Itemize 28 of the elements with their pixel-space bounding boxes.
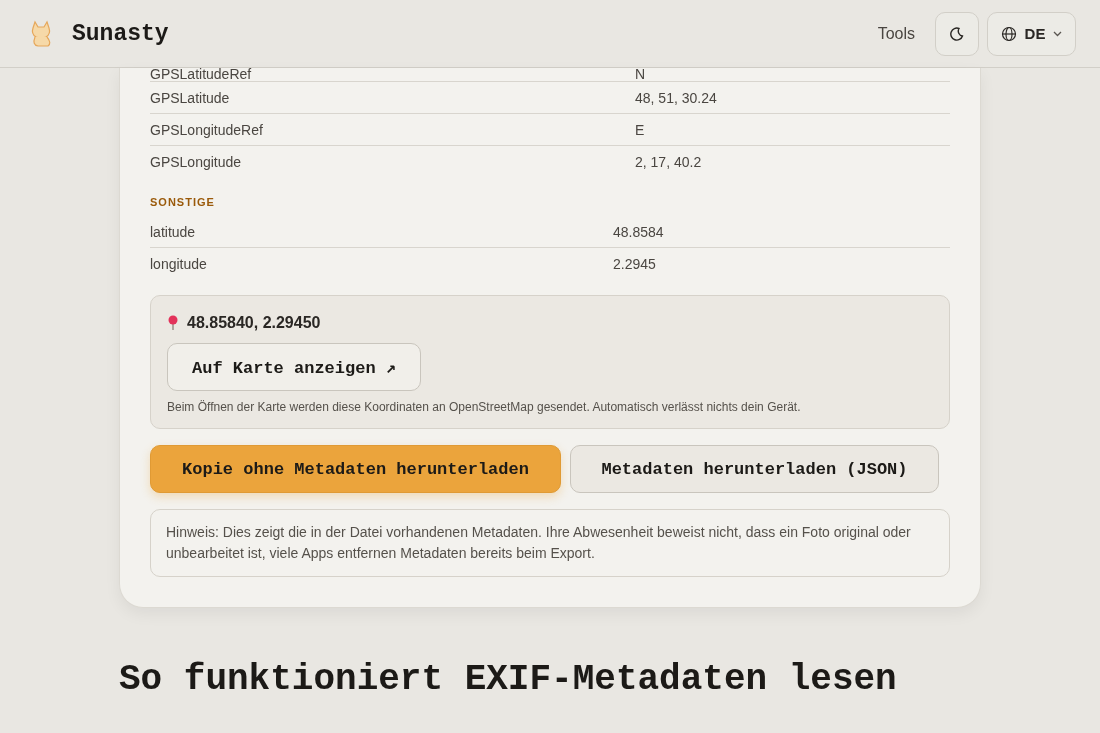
- field-name: GPSLatitudeRef: [150, 68, 253, 81]
- globe-icon: [1000, 25, 1017, 42]
- brand-name: Sunasty: [72, 20, 169, 47]
- field-value: 2.2945: [613, 255, 657, 272]
- field-name: latitude: [150, 223, 197, 240]
- field-name: GPSLongitude: [150, 153, 243, 170]
- field-value: 48, 51, 30.24: [635, 89, 718, 106]
- coordinates-text: 48.85840, 2.29450: [187, 314, 321, 332]
- privacy-note: Beim Öffnen der Karte werden diese Koordinaten an OpenStreetMap gesendet. Automatisch verlässt nichts dein Gerät.: [167, 400, 802, 414]
- field-name: longitude: [150, 255, 208, 272]
- field-value: E: [635, 121, 646, 138]
- field-value: 48.8584: [613, 223, 665, 240]
- field-name: GPSLongitudeRef: [150, 121, 264, 138]
- section-title: SONSTIGE: [150, 196, 216, 208]
- pin-icon: [167, 315, 179, 331]
- section-heading: So funktioniert EXIF-Metadaten lesen: [119, 659, 898, 700]
- theme-toggle-button[interactable]: [935, 11, 979, 56]
- show-on-map-button[interactable]: Auf Karte anzeigen ↗: [167, 343, 422, 391]
- language-select[interactable]: DE: [987, 11, 1076, 56]
- hint-text: Hinweis: Dies zeigt die in der Datei vorhandenen Metadaten. Ihre Abwesenheit beweist nicht, dass ein Foto original oder unbearbeitet ist, viele Apps entfernen Metadaten bereits beim Export.: [150, 509, 950, 577]
- download-clean-copy-button[interactable]: Kopie ohne Metadaten herunterladen: [150, 445, 561, 493]
- field-value: N: [635, 68, 647, 81]
- nav-link[interactable]: Tools: [877, 24, 915, 43]
- download-json-button[interactable]: Metadaten herunterladen (JSON): [570, 445, 939, 493]
- field-name: GPSLatitude: [150, 89, 231, 106]
- chevron-down-icon: [1053, 30, 1063, 37]
- moon-icon: [950, 26, 964, 41]
- field-value: 2, 17, 40.2: [635, 153, 703, 170]
